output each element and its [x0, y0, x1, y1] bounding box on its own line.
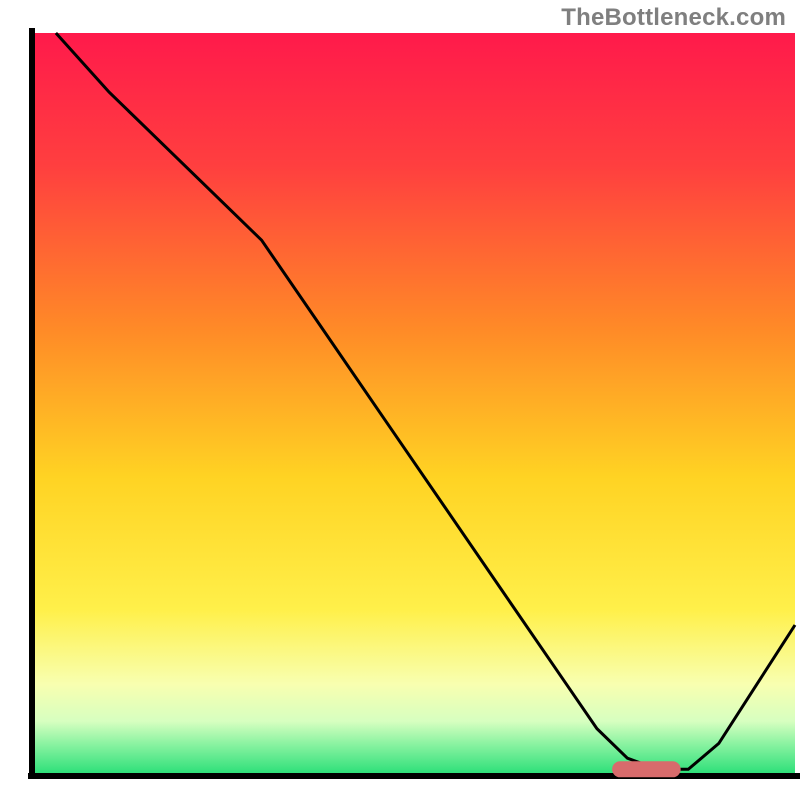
chart-container: { "watermark": "TheBottleneck.com", "cha…	[0, 0, 800, 800]
gradient-background	[33, 33, 795, 773]
marker-bar	[612, 761, 681, 777]
watermark-text: TheBottleneck.com	[561, 4, 786, 32]
chart-svg	[0, 0, 800, 800]
